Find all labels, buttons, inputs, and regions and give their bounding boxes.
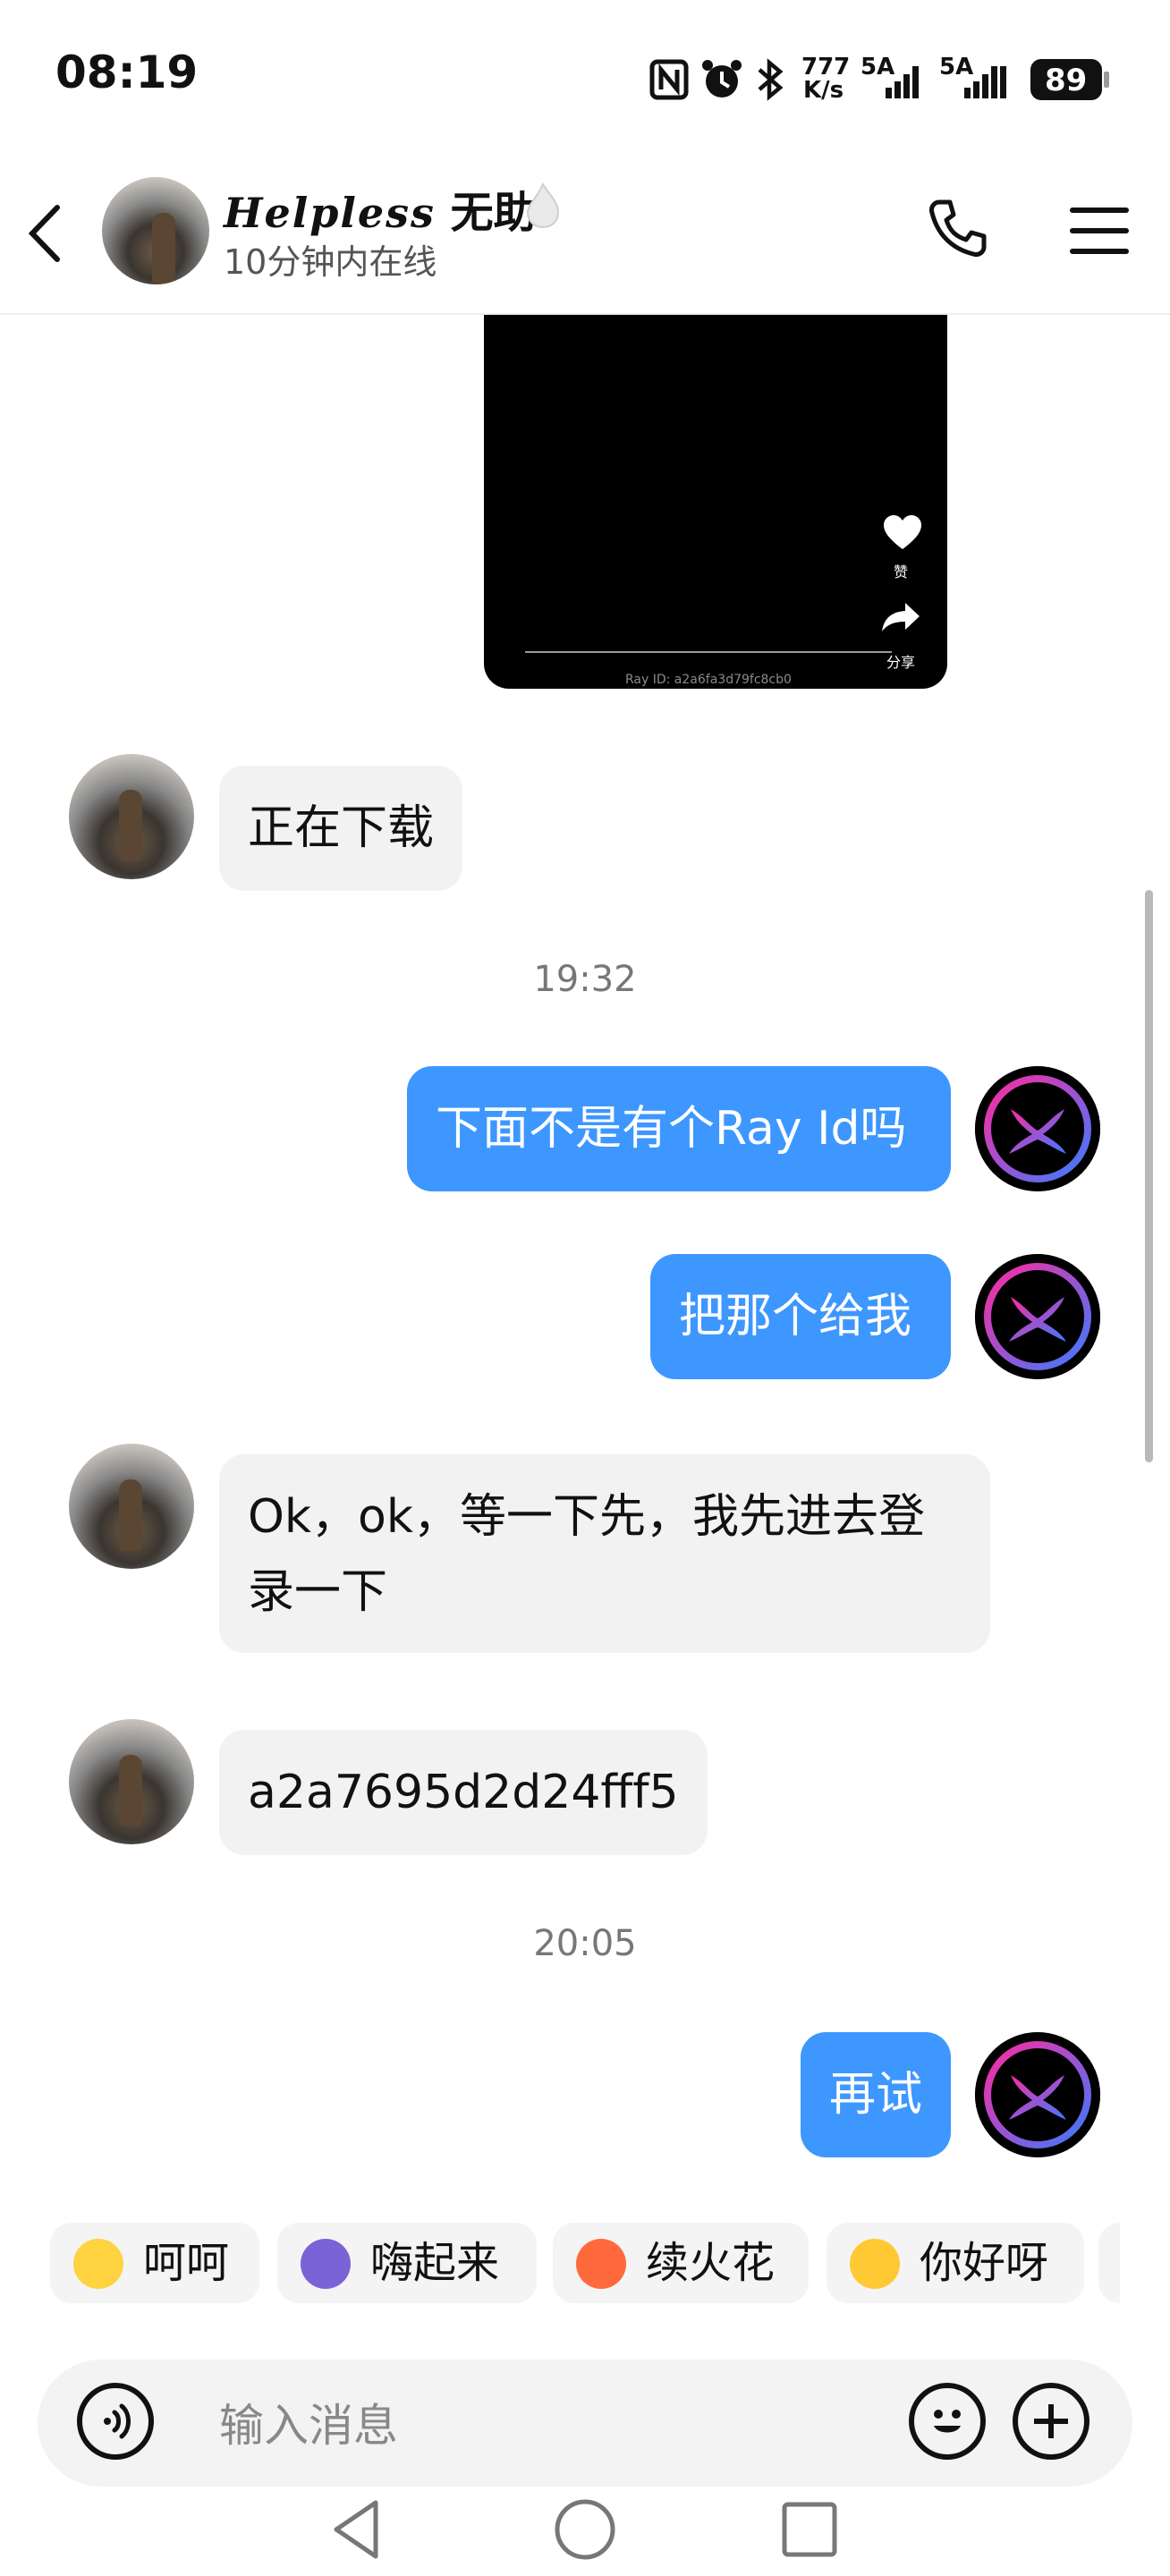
share-icon[interactable] [880,601,921,633]
voice-icon [104,2403,131,2439]
nav-back-icon[interactable] [329,2497,386,2562]
bluetooth-icon [758,58,784,101]
quick-reply-label: 续火花 [646,2238,776,2288]
quick-reply-chip[interactable]: 呵呵 [50,2223,259,2303]
battery-level: 89 [1045,63,1088,98]
time-separator: 19:32 [533,959,637,1000]
my-avatar[interactable] [975,1066,1100,1191]
message-input[interactable]: 输入消息 [219,2390,398,2454]
quick-reply-label: 嗨起来 [370,2238,500,2288]
time-separator: 20:05 [533,1923,637,1964]
message-line: 录一下 [248,1565,388,1619]
signal2-icon [964,66,1006,98]
emoji-icon [934,2410,961,2433]
my-avatar[interactable] [975,1254,1100,1379]
quick-reply-chip[interactable]: 续火花 [553,2223,809,2303]
quick-reply-chip[interactable]: 嗨起来 [277,2223,537,2303]
heart-icon[interactable] [882,513,923,551]
plus-icon [1034,2404,1068,2438]
quick-reply-label: 你好呀 [920,2238,1049,2288]
quick-reply-label: 呵呵 [143,2238,230,2288]
smile-emoji-icon [73,2239,123,2289]
fire-emoji-icon [576,2239,626,2289]
contact-name[interactable]: Helpless 无助 [224,177,537,240]
nav-home-icon[interactable] [553,2497,617,2562]
message-line: Ok，ok，等一下先，我先进去登 [248,1490,925,1544]
contact-avatar[interactable] [102,177,209,284]
ray-id-text: Ray ID: a2a6fa3d79fc8cb0 [625,673,792,687]
message-bubble-out[interactable]: 下面不是有个Ray Id吗 [407,1066,951,1191]
back-arrow-icon[interactable] [23,202,68,265]
x-logo-icon [984,2041,1091,2148]
battery-tip [1104,72,1109,88]
x-logo-icon [984,1075,1091,1182]
nav-recents-icon[interactable] [780,2497,839,2562]
nfc-icon [649,59,689,100]
message-bubble-out[interactable]: 把那个给我 [650,1254,951,1379]
progress-line [525,651,892,653]
contact-message-avatar[interactable] [69,1444,194,1569]
alarm-icon [702,60,742,97]
message-bubble-in[interactable]: 正在下载 [219,766,463,891]
scrollbar[interactable] [1145,890,1153,1462]
emoji-button[interactable] [909,2383,986,2460]
message-bubble-in[interactable]: a2a7695d2d24fff5 [219,1730,708,1855]
plus-button[interactable] [1013,2383,1089,2460]
message-bubble-in[interactable]: Ok，ok，等一下先，我先进去登 录一下 [219,1454,990,1653]
fire-icon [526,182,560,229]
menu-icon[interactable] [1068,204,1131,258]
contact-status: 10分钟内在线 [224,242,437,282]
status-time: 08:19 [55,47,199,98]
signal1-icon [886,66,919,98]
contact-name-script: Helpless [224,189,436,237]
my-avatar[interactable] [975,2032,1100,2157]
like-label: 赞 [894,564,909,580]
message-bubble-out[interactable]: 再试 [801,2032,951,2157]
contact-message-avatar[interactable] [69,1719,194,1844]
quick-reply-chip-partial[interactable] [1098,2223,1120,2303]
voice-button[interactable] [77,2383,154,2460]
party-emoji-icon [301,2239,351,2289]
battery-icon: 89 [1030,59,1102,100]
net-speed-bottom: K/s [803,77,844,104]
phone-icon[interactable] [927,197,989,259]
x-logo-icon [984,1263,1091,1370]
video-message-card[interactable]: 赞 分享 Ray ID: a2a6fa3d79fc8cb0 [484,315,947,689]
share-label: 分享 [886,654,916,671]
quick-reply-chip[interactable]: 你好呀 [827,2223,1084,2303]
contact-message-avatar[interactable] [69,754,194,879]
laugh-emoji-icon [850,2239,900,2289]
